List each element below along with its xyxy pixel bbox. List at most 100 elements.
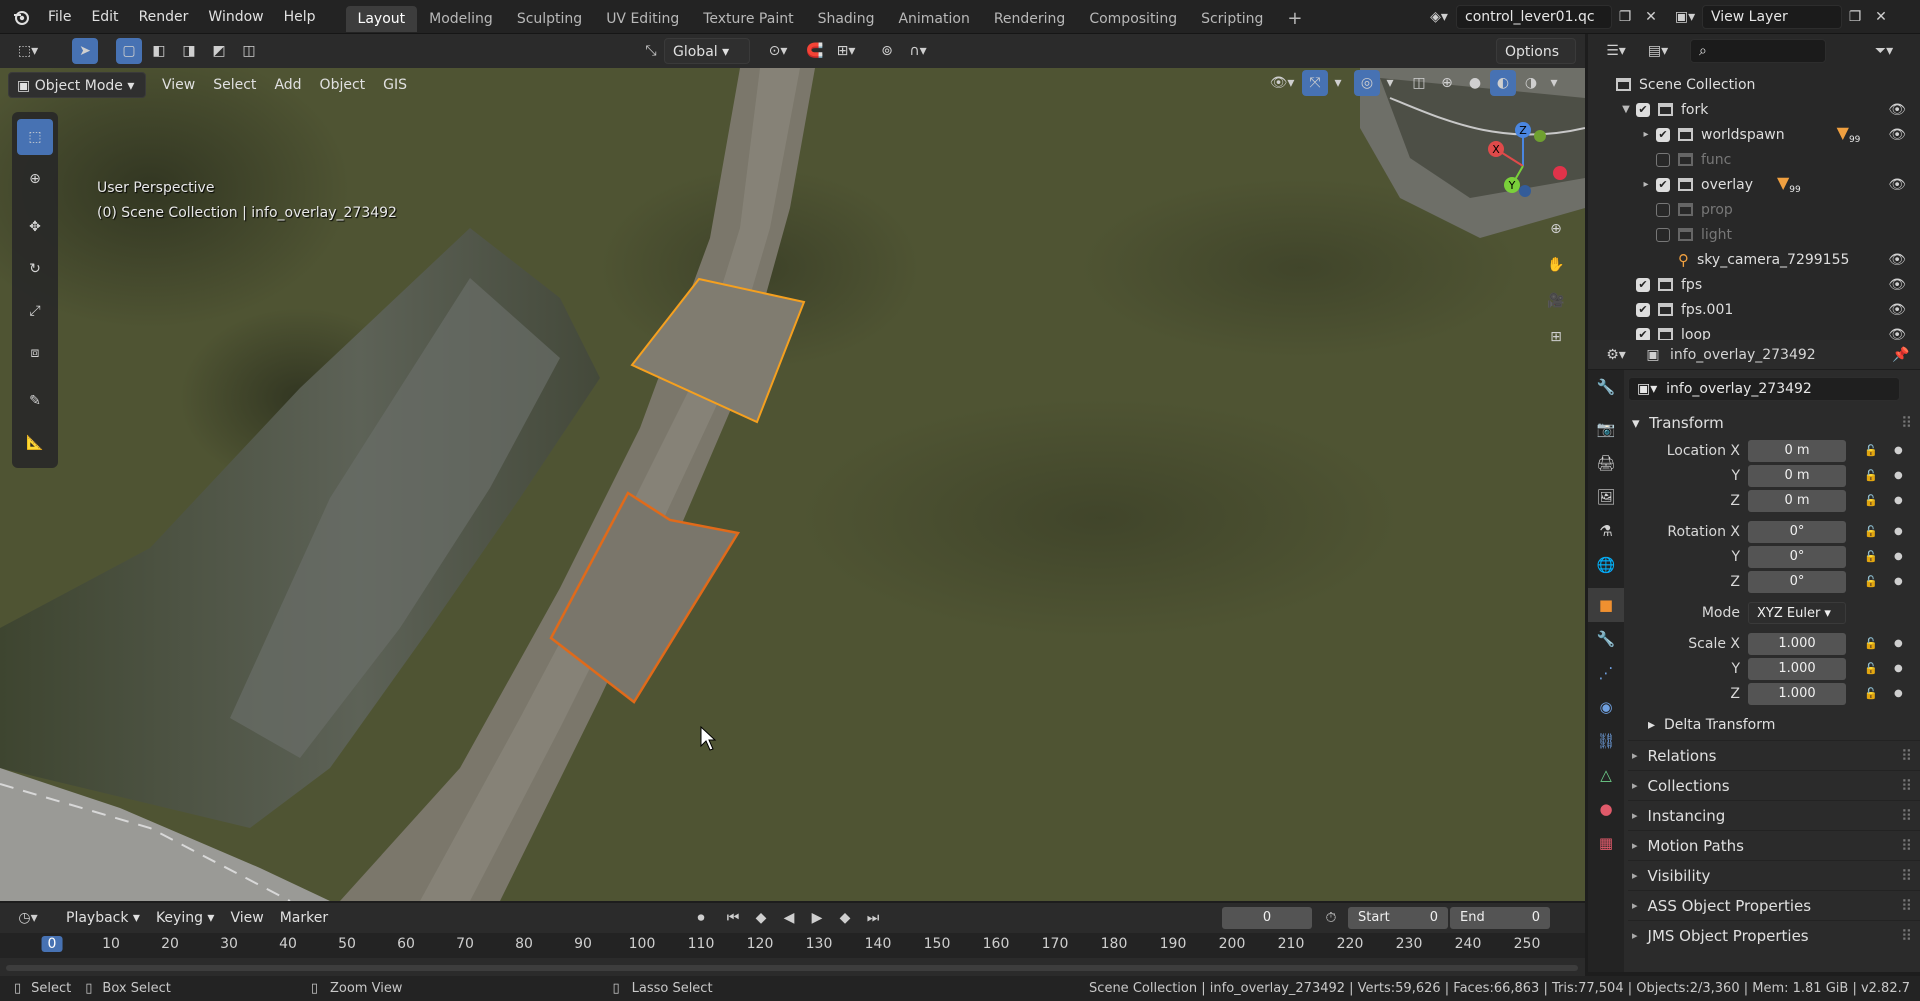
visibility-eye-icon[interactable]: 👁	[1888, 302, 1906, 318]
texture-tab-icon[interactable]: ▦	[1588, 826, 1624, 860]
tool-select-box[interactable]: ⬚	[12, 116, 58, 158]
select-subtract-icon[interactable]: ◨	[176, 38, 202, 64]
lock-icon[interactable]: 🔓	[1864, 637, 1878, 650]
expand-arrow-icon[interactable]: ▸	[1636, 179, 1656, 190]
outliner-editor-icon[interactable]: ☰▾	[1598, 38, 1634, 64]
drag-handle-icon[interactable]: ⠿	[1901, 807, 1912, 825]
keyframe-dot-icon[interactable]: ●	[1894, 470, 1903, 481]
ortho-grid-icon[interactable]: ⊞	[1543, 324, 1569, 350]
object-mode-dropdown[interactable]: ▣ Object Mode ▾	[8, 72, 146, 98]
timeline-editor-icon[interactable]: ◷▾	[8, 905, 48, 931]
marker-menu[interactable]: Marker	[272, 905, 336, 931]
outliner-item[interactable]: light	[1588, 222, 1920, 247]
visibility-eye-icon[interactable]: 👁	[1888, 127, 1906, 143]
keyframe-dot-icon[interactable]: ●	[1894, 495, 1903, 506]
rendered-shading-icon[interactable]: ◑	[1518, 70, 1544, 96]
transform-panel-header[interactable]: ▾ Transform ⠿	[1628, 408, 1920, 438]
menu-object[interactable]: Object	[312, 72, 374, 98]
outliner-item[interactable]: ▸ ✔ overlay ▼99 👁	[1588, 172, 1920, 197]
delta-transform-subpanel[interactable]: ▸ Delta Transform	[1588, 710, 1920, 740]
visibility-eye-icon[interactable]: 👁	[1888, 102, 1906, 118]
select-intersect-icon[interactable]: ◫	[236, 38, 262, 64]
filter-icon[interactable]: ⏷▾	[1866, 38, 1902, 64]
select-extend-icon[interactable]: ◧	[146, 38, 172, 64]
scale-z-field[interactable]: 1.000	[1748, 682, 1846, 705]
transform-orientation-dropdown[interactable]: Global ▾	[664, 38, 750, 64]
menu-view[interactable]: View	[154, 72, 203, 98]
tab-modeling[interactable]: Modeling	[417, 6, 505, 32]
shading-dropdown-icon[interactable]: ▾	[1546, 70, 1562, 96]
tab-sculpting[interactable]: Sculpting	[505, 6, 594, 32]
visibility-eye-icon[interactable]: 👁	[1888, 277, 1906, 293]
tool-transform[interactable]: ⧈	[12, 332, 58, 374]
panel-header-instancing[interactable]: ▸ Instancing ⠿	[1628, 800, 1920, 830]
tab-texture-paint[interactable]: Texture Paint	[691, 6, 805, 32]
solid-shading-icon[interactable]: ●	[1462, 70, 1488, 96]
new-view-layer-icon[interactable]: ❐	[1842, 4, 1868, 30]
select-invert-icon[interactable]: ◩	[206, 38, 232, 64]
playback-menu[interactable]: Playback ▾	[58, 905, 148, 931]
wireframe-shading-icon[interactable]: ⊕	[1434, 70, 1460, 96]
menu-edit[interactable]: Edit	[81, 0, 128, 34]
display-mode-icon[interactable]: ▤▾	[1640, 38, 1676, 64]
panel-header-motion-paths[interactable]: ▸ Motion Paths ⠿	[1628, 830, 1920, 860]
lock-icon[interactable]: 🔓	[1864, 550, 1878, 563]
gizmo-dropdown-icon[interactable]: ▾	[1330, 70, 1346, 96]
tool-cursor[interactable]: ⊕	[12, 158, 58, 200]
scale-y-field[interactable]: 1.000	[1748, 657, 1846, 680]
lock-icon[interactable]: 🔓	[1864, 525, 1878, 538]
visibility-filter-icon[interactable]: 👁▾	[1264, 70, 1300, 96]
outliner-item[interactable]: ⚲ sky_camera_7299155 👁	[1588, 247, 1920, 272]
camera-view-icon[interactable]: 🎥	[1543, 288, 1569, 314]
tool-annotate[interactable]: ✎	[12, 380, 58, 422]
tab-shading[interactable]: Shading	[806, 6, 887, 32]
keyframe-dot-icon[interactable]: ●	[1894, 526, 1903, 537]
exclude-checkbox[interactable]: ✔	[1636, 102, 1650, 117]
tab-animation[interactable]: Animation	[886, 6, 981, 32]
preview-range-icon[interactable]: ⏱	[1318, 905, 1344, 931]
data-tab-icon[interactable]: △	[1588, 758, 1624, 792]
navigation-gizmo[interactable]: Z X Y	[1470, 118, 1580, 208]
keyframe-dot-icon[interactable]: ●	[1894, 663, 1903, 674]
play-reverse-icon[interactable]: ◀	[776, 905, 802, 931]
drag-handle-icon[interactable]: ⠿	[1901, 747, 1912, 765]
overlay-dropdown-icon[interactable]: ▾	[1382, 70, 1398, 96]
snap-toggle-icon[interactable]: 🧲	[802, 38, 828, 64]
3d-viewport[interactable]: ▣ Object Mode ▾ View Select Add Object G…	[0, 68, 1585, 901]
lock-icon[interactable]: 🔓	[1864, 494, 1878, 507]
frame-ruler[interactable]: 0 10 20 30 40 50 60 70 80 90 100 110 120 130 140 150 160…	[0, 933, 1585, 958]
visibility-eye-icon[interactable]: 👁	[1888, 252, 1906, 268]
tab-scripting[interactable]: Scripting	[1189, 6, 1275, 32]
drag-handle-icon[interactable]: ⠿	[1901, 897, 1912, 915]
panel-header-jms-object-properties[interactable]: ▸ JMS Object Properties ⠿	[1628, 920, 1920, 950]
jump-end-icon[interactable]: ⏭	[860, 905, 886, 931]
select-tool-icon[interactable]: ➤	[72, 38, 98, 64]
keyframe-dot-icon[interactable]: ●	[1894, 445, 1903, 456]
drag-handle-icon[interactable]: ⠿	[1901, 927, 1912, 945]
outliner-item[interactable]: ▼ ✔ fork 👁	[1588, 97, 1920, 122]
overlay-toggle-icon[interactable]: ◎	[1354, 70, 1380, 96]
expand-arrow-icon[interactable]: ▸	[1636, 129, 1656, 140]
panel-header-visibility[interactable]: ▸ Visibility ⠿	[1628, 860, 1920, 890]
scene-icon[interactable]: ◈▾	[1426, 4, 1452, 30]
menu-select[interactable]: Select	[205, 72, 264, 98]
view-layer-field[interactable]: View Layer	[1702, 5, 1842, 29]
xray-toggle-icon[interactable]: ◫	[1406, 70, 1432, 96]
lock-icon[interactable]: 🔓	[1864, 662, 1878, 675]
remove-view-layer-icon[interactable]: ✕	[1868, 4, 1894, 30]
zoom-icon[interactable]: ⊕	[1543, 216, 1569, 242]
new-scene-icon[interactable]: ❐	[1612, 4, 1638, 30]
properties-editor-icon[interactable]: ⚙▾	[1598, 342, 1634, 368]
menu-help[interactable]: Help	[274, 0, 326, 34]
outliner-search-input[interactable]: ⌕	[1690, 39, 1826, 63]
menu-file[interactable]: File	[38, 0, 81, 34]
exclude-checkbox[interactable]	[1656, 227, 1670, 242]
outliner-item[interactable]: func	[1588, 147, 1920, 172]
tab-layout[interactable]: Layout	[345, 5, 418, 32]
keyframe-dot-icon[interactable]: ●	[1894, 638, 1903, 649]
exclude-checkbox[interactable]	[1656, 202, 1670, 217]
gizmo-toggle-icon[interactable]: ⤧	[1302, 70, 1328, 96]
tab-uv-editing[interactable]: UV Editing	[594, 6, 691, 32]
keyframe-dot-icon[interactable]: ●	[1894, 576, 1903, 587]
blender-logo-icon[interactable]	[8, 4, 34, 30]
